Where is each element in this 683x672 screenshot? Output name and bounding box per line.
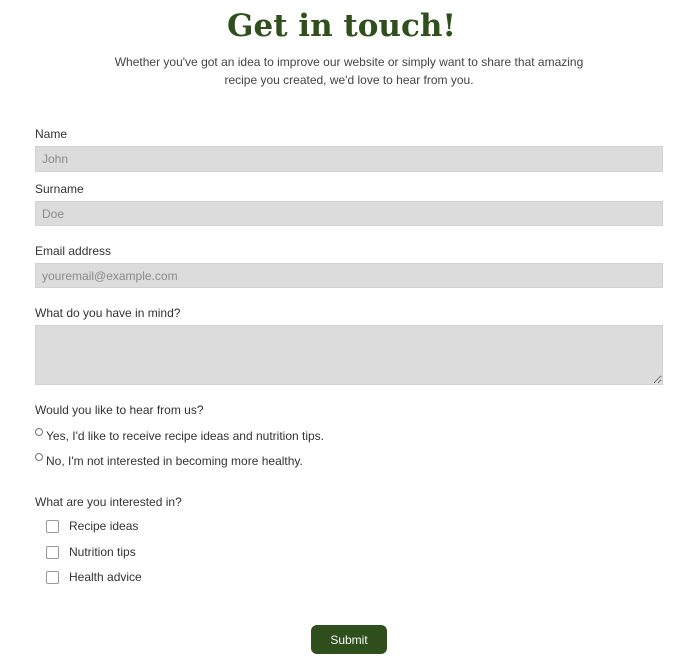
newsletter-question: Would you like to hear from us? (35, 403, 204, 417)
newsletter-option-no[interactable]: No, I'm not interested in becoming more … (35, 453, 303, 469)
health-advice-checkbox[interactable] (46, 570, 59, 584)
email-field[interactable] (35, 263, 663, 288)
health-advice-label: Health advice (69, 570, 142, 584)
interests-question: What are you interested in? (35, 495, 182, 509)
interest-option-health[interactable]: Health advice (46, 569, 142, 585)
name-label: Name (35, 127, 68, 141)
surname-label: Surname (35, 182, 84, 196)
surname-field[interactable] (35, 201, 663, 226)
recipe-ideas-checkbox[interactable] (46, 519, 59, 533)
newsletter-no-radio[interactable] (35, 453, 43, 461)
recipe-ideas-label: Recipe ideas (69, 519, 139, 533)
interest-option-recipes[interactable]: Recipe ideas (46, 518, 138, 534)
message-label: What do you have in mind? (35, 306, 181, 320)
message-textarea[interactable] (35, 325, 663, 385)
contact-page: Get in touch! Whether you've got an idea… (0, 0, 683, 672)
page-title: Get in touch! (227, 8, 456, 44)
nutrition-tips-checkbox[interactable] (46, 545, 59, 559)
submit-button[interactable]: Submit (311, 625, 387, 654)
page-subtitle: Whether you've got an idea to improve ou… (114, 55, 584, 87)
name-field[interactable] (35, 146, 663, 172)
newsletter-yes-radio[interactable] (35, 428, 43, 436)
interest-option-nutrition[interactable]: Nutrition tips (46, 544, 136, 560)
newsletter-yes-label: Yes, I'd like to receive recipe ideas an… (46, 429, 325, 443)
newsletter-no-label: No, I'm not interested in becoming more … (46, 454, 303, 468)
nutrition-tips-label: Nutrition tips (69, 545, 136, 559)
newsletter-option-yes[interactable]: Yes, I'd like to receive recipe ideas an… (35, 428, 324, 444)
email-label: Email address (35, 244, 112, 258)
